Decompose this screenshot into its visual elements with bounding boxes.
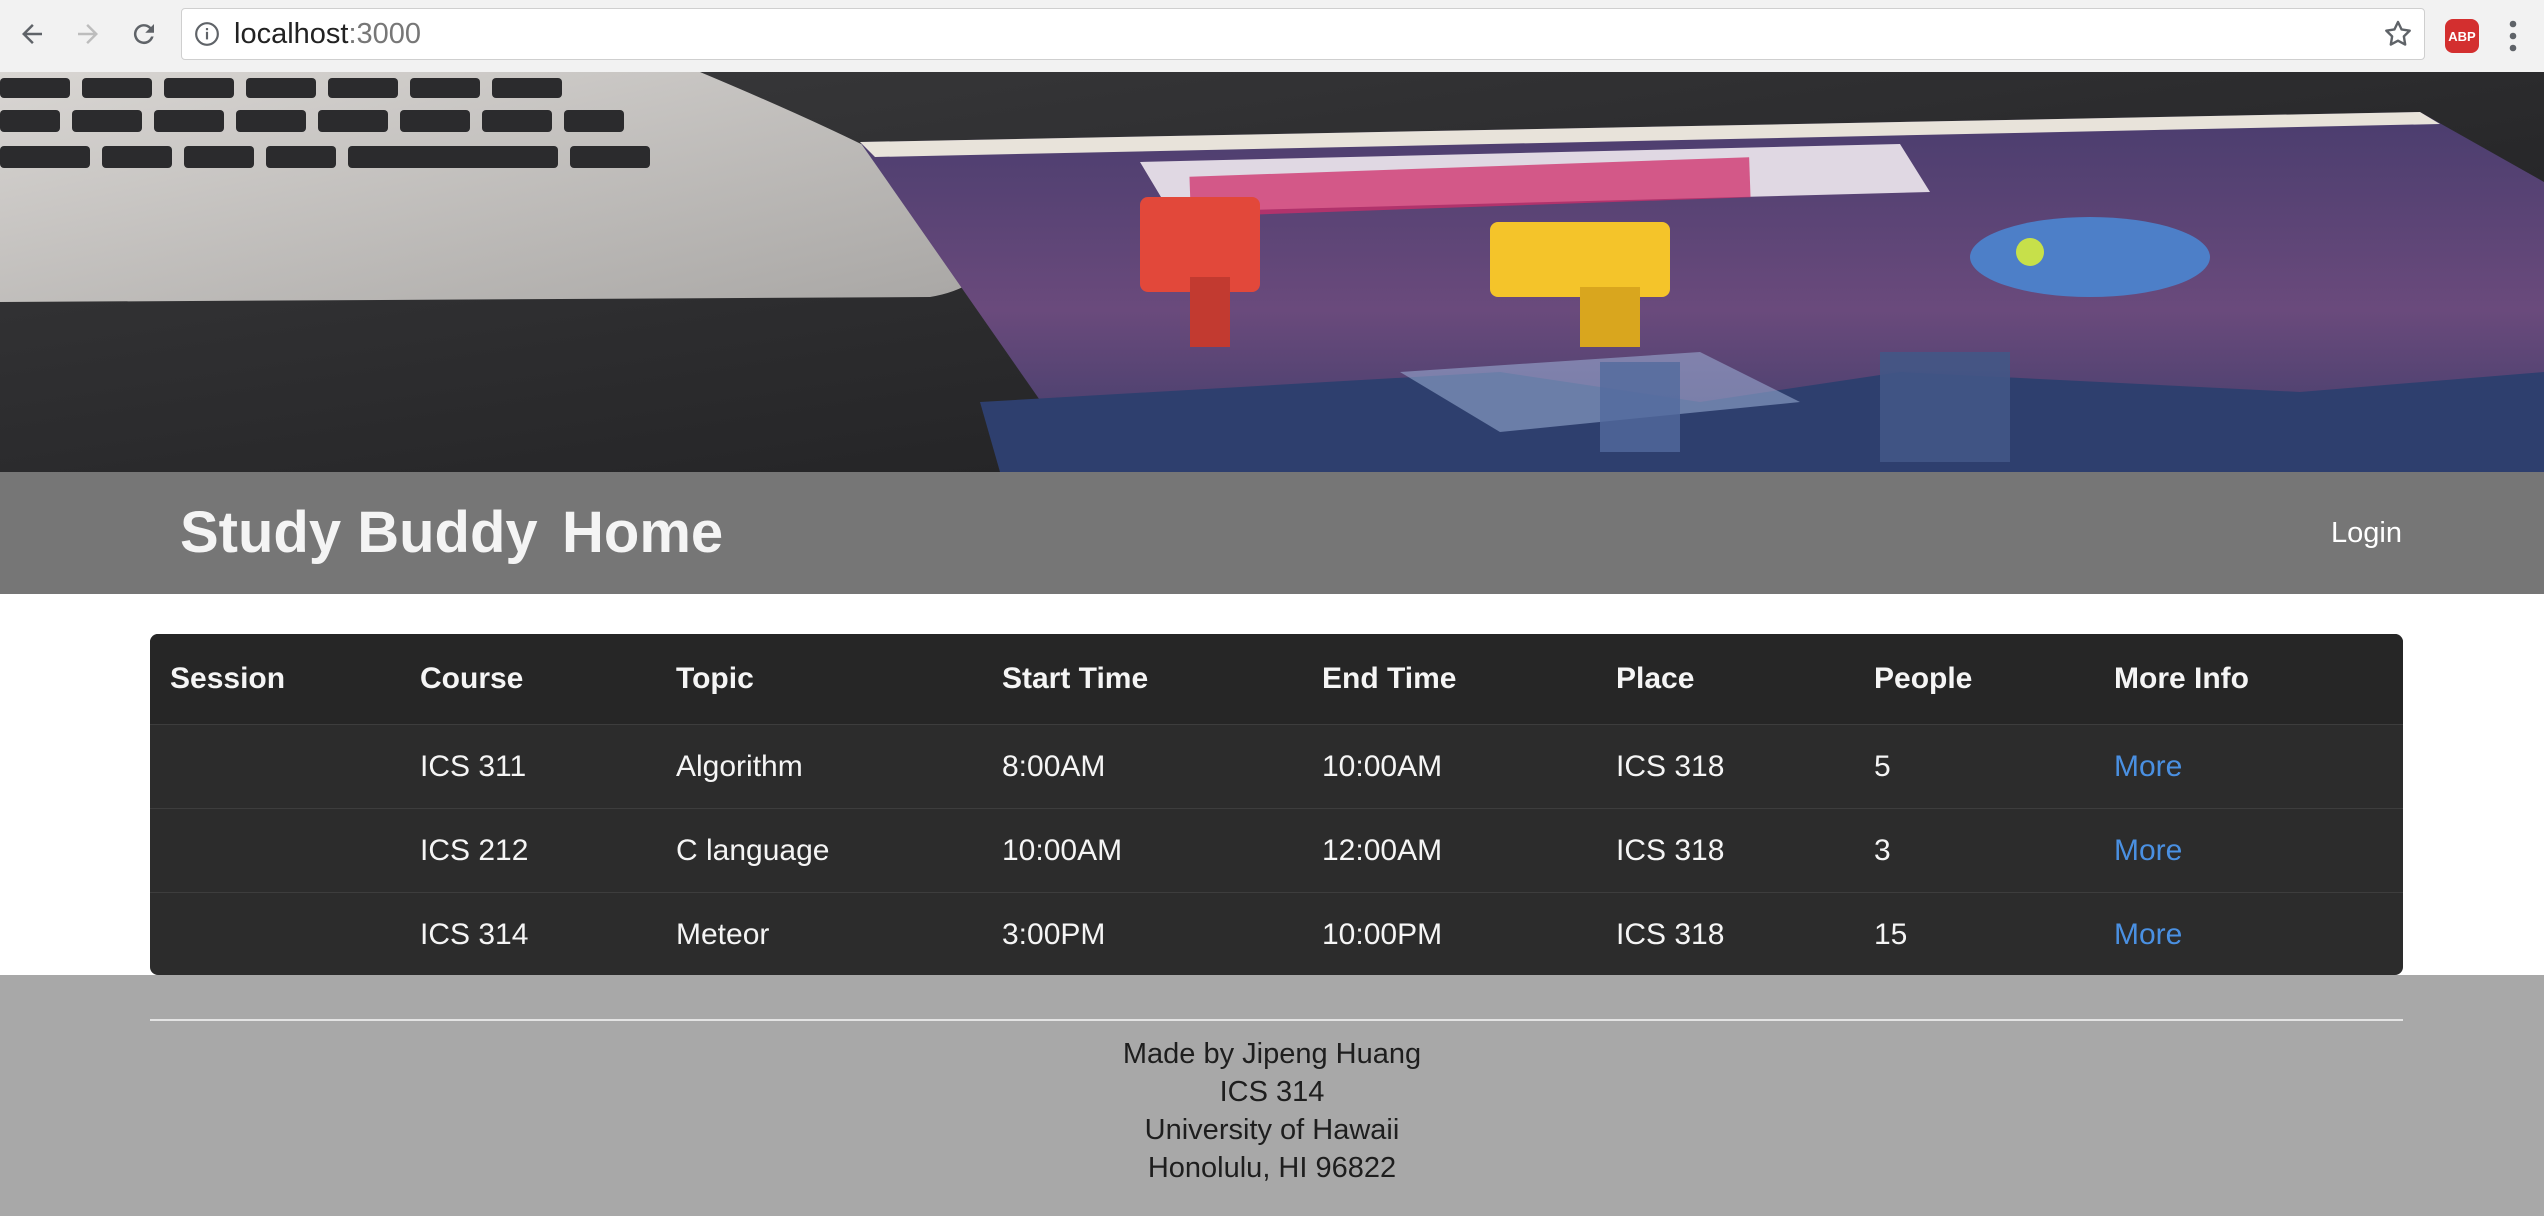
topic-cell: Algorithm bbox=[656, 724, 982, 809]
url-port: :3000 bbox=[348, 18, 422, 50]
place-cell: ICS 318 bbox=[1596, 724, 1854, 809]
more-info-cell: More bbox=[2094, 893, 2403, 976]
people-cell: 5 bbox=[1854, 724, 2094, 809]
kebab-menu-icon[interactable] bbox=[2506, 18, 2520, 54]
column-header-topic: Topic bbox=[656, 634, 982, 725]
reload-icon bbox=[133, 24, 154, 45]
adblock-button[interactable]: ABP bbox=[2445, 19, 2479, 53]
session-cell bbox=[150, 808, 400, 893]
column-header-more-info: More Info bbox=[2094, 634, 2403, 725]
end-time-cell: 10:00PM bbox=[1322, 917, 1443, 951]
column-header-place: Place bbox=[1596, 634, 1854, 725]
people-cell: 3 bbox=[1854, 808, 2094, 893]
people-cell: 15 bbox=[1874, 917, 1908, 951]
session-cell bbox=[150, 724, 400, 809]
arrow-right-icon bbox=[78, 24, 98, 44]
column-header-start-time: Start Time bbox=[982, 634, 1302, 725]
more-info-cell: More bbox=[2094, 724, 2403, 809]
footer-address: Honolulu, HI 96822 bbox=[1147, 1152, 1397, 1184]
adblock-label: ABP bbox=[2448, 28, 2476, 44]
arrow-left-icon bbox=[22, 24, 42, 44]
star-icon[interactable] bbox=[2382, 18, 2414, 50]
more-link[interactable]: More bbox=[2114, 918, 2182, 951]
home-link[interactable]: Home bbox=[562, 472, 723, 594]
topic-cell: C language bbox=[656, 808, 982, 893]
login-link[interactable]: Login bbox=[2331, 472, 2402, 594]
start-time-cell: 3:00PM bbox=[1002, 917, 1106, 951]
course-cell: ICS 212 bbox=[400, 808, 656, 893]
table-row: ICS 314 Meteor 3:00PM 10:00PM ICS 318 15… bbox=[150, 893, 2403, 976]
hero-illustration bbox=[0, 72, 2544, 472]
page-footer: Made by Jipeng Huang ICS 314 University … bbox=[0, 975, 2544, 1216]
forward-button[interactable] bbox=[70, 16, 106, 52]
start-time-cell: 10:00AM bbox=[982, 808, 1302, 893]
sessions-table: Session Course Topic Start Time End Time… bbox=[150, 634, 2403, 975]
url-host: localhost bbox=[234, 18, 349, 50]
footer-text: Made by Jipeng Huang ICS 314 University … bbox=[0, 1035, 2544, 1187]
url-text: localhost:3000 bbox=[234, 9, 421, 59]
brand-link[interactable]: Study Buddy bbox=[180, 472, 538, 594]
course-cell: ICS 314 bbox=[420, 917, 529, 951]
address-bar[interactable]: localhost:3000 bbox=[181, 8, 2425, 60]
footer-divider bbox=[150, 1019, 2403, 1021]
more-link[interactable]: More bbox=[2114, 834, 2182, 867]
table-header-row: Session Course Topic Start Time End Time… bbox=[150, 634, 2403, 725]
topic-cell: Meteor bbox=[676, 917, 770, 951]
back-button[interactable] bbox=[14, 16, 50, 52]
footer-university: University of Hawaii bbox=[1144, 1114, 1400, 1146]
column-header-people: People bbox=[1854, 634, 2094, 725]
info-icon[interactable] bbox=[194, 21, 220, 47]
footer-course: ICS 314 bbox=[1219, 1076, 1325, 1108]
browser-toolbar: localhost:3000 ABP bbox=[0, 0, 2544, 73]
reload-button[interactable] bbox=[126, 16, 162, 52]
place-cell: ICS 318 bbox=[1616, 917, 1725, 951]
end-time-cell: 12:00AM bbox=[1302, 808, 1596, 893]
column-header-end-time: End Time bbox=[1302, 634, 1596, 725]
start-time-cell: 8:00AM bbox=[982, 724, 1302, 809]
footer-author: Made by Jipeng Huang bbox=[1122, 1038, 1422, 1070]
hero-banner-image bbox=[0, 72, 2544, 472]
more-info-cell: More bbox=[2094, 808, 2403, 893]
top-menu: Study Buddy Home Login bbox=[0, 472, 2544, 594]
table-row: ICS 212 C language 10:00AM 12:00AM ICS 3… bbox=[150, 808, 2403, 893]
column-header-course: Course bbox=[400, 634, 656, 725]
session-cell bbox=[150, 893, 400, 976]
place-cell: ICS 318 bbox=[1596, 808, 1854, 893]
table-row: ICS 311 Algorithm 8:00AM 10:00AM ICS 318… bbox=[150, 724, 2403, 809]
sessions-table-container: Session Course Topic Start Time End Time… bbox=[150, 634, 2403, 975]
more-link[interactable]: More bbox=[2114, 750, 2182, 783]
end-time-cell: 10:00AM bbox=[1302, 724, 1596, 809]
course-cell: ICS 311 bbox=[400, 724, 656, 809]
column-header-session: Session bbox=[150, 634, 400, 725]
